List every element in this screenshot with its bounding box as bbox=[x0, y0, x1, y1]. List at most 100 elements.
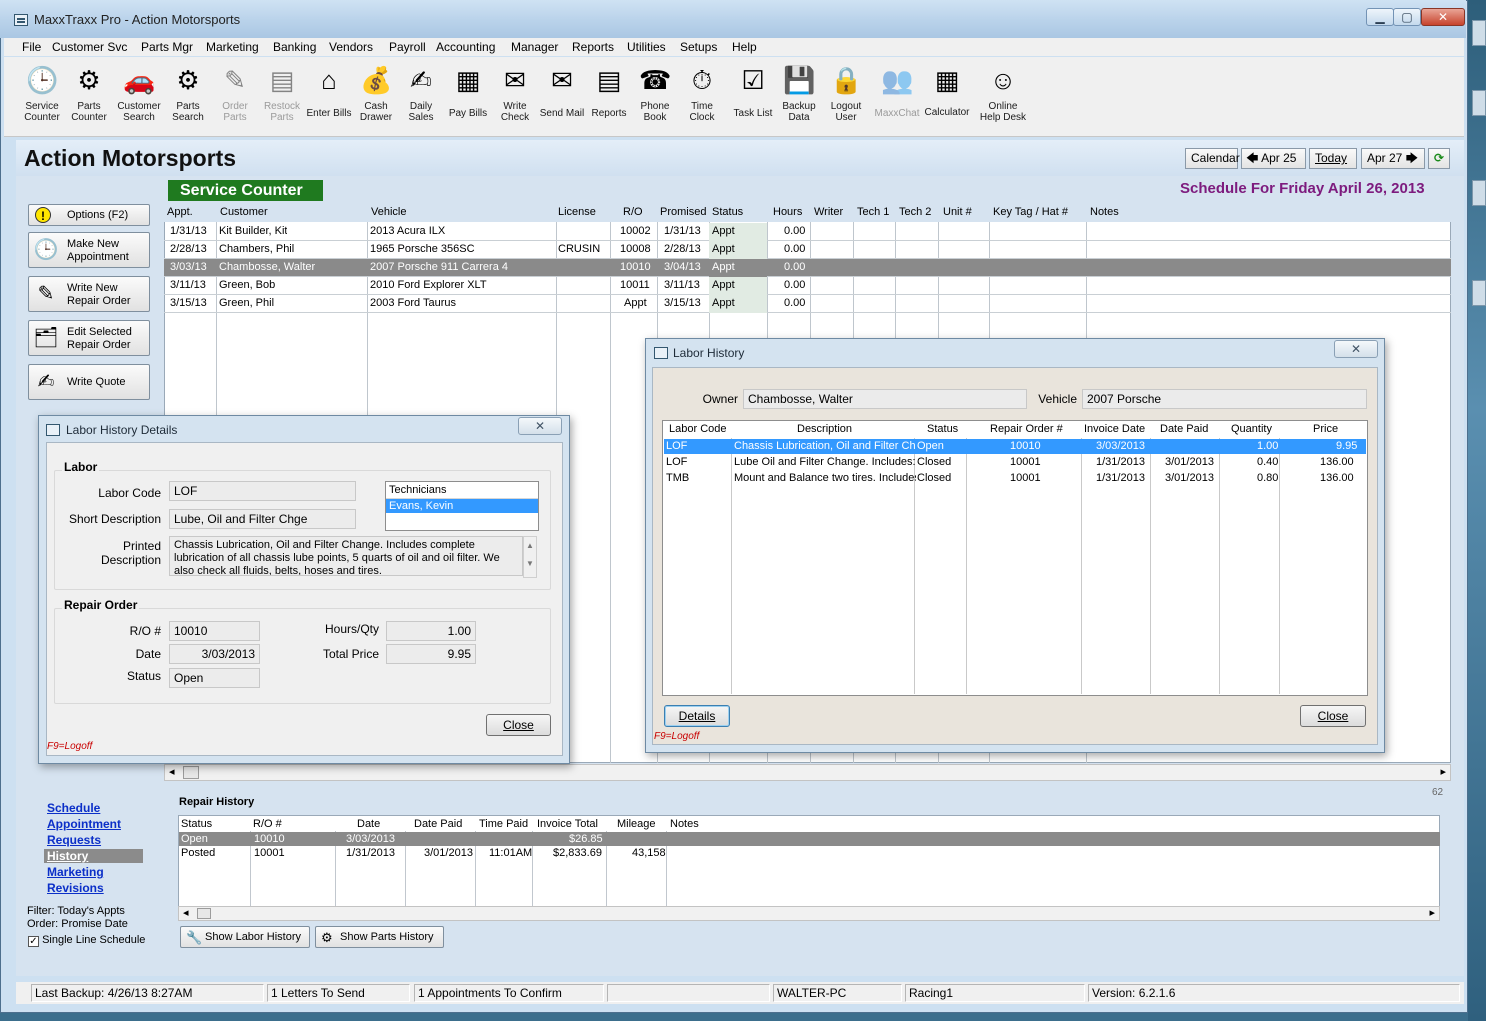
menu-file[interactable]: File bbox=[22, 40, 41, 54]
close-window-button[interactable]: ✕ bbox=[1421, 8, 1465, 26]
labor-history-row[interactable]: TMB Mount and Balance two tires. Include… bbox=[664, 471, 1366, 486]
rh-col-mileage[interactable]: Mileage bbox=[617, 818, 656, 830]
printed-description-scrollbar[interactable]: ▲ ▼ bbox=[523, 536, 537, 578]
lh-col-invoice-date[interactable]: Invoice Date bbox=[1084, 423, 1145, 435]
tool-calculator[interactable]: ▦ Calculator bbox=[922, 63, 972, 135]
options-button[interactable]: ! Options (F2) bbox=[28, 204, 150, 226]
make-appointment-button[interactable]: 🕒 Make New Appointment bbox=[28, 232, 150, 268]
link-marketing[interactable]: Marketing bbox=[47, 865, 104, 879]
col-unit[interactable]: Unit # bbox=[943, 206, 972, 218]
technicians-list[interactable]: Technicians Evans, Kevin bbox=[385, 481, 539, 531]
menu-setups[interactable]: Setups bbox=[680, 40, 717, 54]
col-writer[interactable]: Writer bbox=[814, 206, 843, 218]
minimize-button[interactable]: ▁ bbox=[1366, 8, 1394, 26]
scroll-right-icon[interactable]: ▸ bbox=[1440, 765, 1446, 778]
tool-phone-book[interactable]: ☎ Phone Book bbox=[630, 63, 680, 135]
tool-send-mail[interactable]: ✉ Send Mail bbox=[537, 63, 587, 135]
lh-col-labor-code[interactable]: Labor Code bbox=[669, 423, 727, 435]
lh-col-quantity[interactable]: Quantity bbox=[1231, 423, 1272, 435]
labor-history-close-x[interactable]: ✕ bbox=[1334, 340, 1378, 358]
show-labor-history-button[interactable]: 🔧 Show Labor History bbox=[180, 926, 310, 948]
tool-cash-drawer[interactable]: 💰 Cash Drawer bbox=[351, 63, 401, 135]
tool-enter-bills[interactable]: ⌂ Enter Bills bbox=[304, 63, 354, 135]
tool-parts-search[interactable]: ⚙ Parts Search bbox=[163, 63, 213, 135]
col-tech2[interactable]: Tech 2 bbox=[899, 206, 931, 218]
scroll-left-icon[interactable]: ◂ bbox=[169, 765, 175, 778]
col-tech1[interactable]: Tech 1 bbox=[857, 206, 889, 218]
menu-banking[interactable]: Banking bbox=[273, 40, 316, 54]
schedule-row[interactable]: 3/11/13 Green, Bob 2010 Ford Explorer XL… bbox=[164, 277, 1451, 295]
col-status[interactable]: Status bbox=[712, 206, 743, 218]
menu-parts-mgr[interactable]: Parts Mgr bbox=[141, 40, 193, 54]
schedule-row[interactable]: 3/15/13 Green, Phil 2003 Ford Taurus App… bbox=[164, 295, 1451, 313]
tool-maxxchat[interactable]: 👥 MaxxChat bbox=[872, 63, 922, 135]
tool-restock-parts[interactable]: ▤ Restock Parts bbox=[257, 63, 307, 135]
col-appt[interactable]: Appt. bbox=[167, 206, 193, 218]
menu-help[interactable]: Help bbox=[732, 40, 757, 54]
schedule-horizontal-scrollbar[interactable]: ◂ ▸ bbox=[164, 764, 1451, 781]
tool-time-clock[interactable]: ⏱ Time Clock bbox=[677, 63, 727, 135]
rh-col-notes[interactable]: Notes bbox=[670, 818, 699, 830]
menu-payroll[interactable]: Payroll bbox=[389, 40, 426, 54]
col-customer[interactable]: Customer bbox=[220, 206, 268, 218]
tool-parts-counter[interactable]: ⚙ Parts Counter bbox=[64, 63, 114, 135]
scroll-right-icon[interactable]: ▸ bbox=[1429, 906, 1435, 919]
tool-customer-search[interactable]: 🚗 Customer Search bbox=[114, 63, 164, 135]
repair-history-row-selected[interactable]: Open 10010 3/03/2013 $26.85 bbox=[179, 832, 1440, 846]
menu-customer-svc[interactable]: Customer Svc bbox=[52, 40, 127, 54]
write-repair-order-button[interactable]: ✎ Write New Repair Order bbox=[28, 276, 150, 312]
tool-backup-data[interactable]: 💾 Backup Data bbox=[774, 63, 824, 135]
schedule-row[interactable]: 1/31/13 Kit Builder, Kit 2013 Acura ILX … bbox=[164, 223, 1451, 241]
tool-task-list[interactable]: ☑ Task List bbox=[728, 63, 778, 135]
refresh-button[interactable]: ⟳ bbox=[1428, 148, 1450, 169]
col-hours[interactable]: Hours bbox=[773, 206, 802, 218]
lh-col-status[interactable]: Status bbox=[927, 423, 958, 435]
rh-col-time-paid[interactable]: Time Paid bbox=[479, 818, 528, 830]
labor-history-row[interactable]: LOF Lube Oil and Filter Change. Includes… bbox=[664, 455, 1366, 470]
service-counter-tab[interactable]: Service Counter bbox=[168, 180, 323, 201]
edit-repair-order-button[interactable]: 🗂 Edit Selected Repair Order bbox=[28, 320, 150, 356]
menu-manager[interactable]: Manager bbox=[511, 40, 558, 54]
rh-col-ro[interactable]: R/O # bbox=[253, 818, 282, 830]
write-quote-button[interactable]: ✍ Write Quote bbox=[28, 364, 150, 400]
col-notes[interactable]: Notes bbox=[1090, 206, 1119, 218]
next-day-button[interactable]: Apr 27 🡆 bbox=[1361, 148, 1425, 169]
technician-item[interactable]: Evans, Kevin bbox=[386, 499, 538, 513]
repair-history-scrollbar[interactable]: ◂ ▸ bbox=[178, 906, 1440, 921]
tool-order-parts[interactable]: ✎ Order Parts bbox=[210, 63, 260, 135]
schedule-row-selected[interactable]: 3/03/13 Chambosse, Walter 2007 Porsche 9… bbox=[164, 259, 1451, 277]
labor-history-row-selected[interactable]: LOF Chassis Lubrication, Oil and Filter … bbox=[664, 439, 1366, 454]
labor-details-close-x[interactable]: ✕ bbox=[518, 417, 562, 435]
rh-col-date-paid[interactable]: Date Paid bbox=[414, 818, 462, 830]
scroll-thumb[interactable] bbox=[183, 766, 199, 779]
calendar-button[interactable]: Calendar bbox=[1185, 148, 1240, 169]
link-revisions[interactable]: Revisions bbox=[47, 881, 104, 895]
details-button[interactable]: Details bbox=[664, 705, 730, 727]
tool-pay-bills[interactable]: ▦ Pay Bills bbox=[443, 63, 493, 135]
col-vehicle[interactable]: Vehicle bbox=[371, 206, 406, 218]
tool-online-help-desk[interactable]: ☺ Online Help Desk bbox=[978, 63, 1028, 135]
link-schedule[interactable]: Schedule bbox=[47, 801, 100, 815]
lh-col-date-paid[interactable]: Date Paid bbox=[1160, 423, 1208, 435]
tool-daily-sales[interactable]: ✍ Daily Sales bbox=[396, 63, 446, 135]
menu-vendors[interactable]: Vendors bbox=[329, 40, 373, 54]
prev-day-button[interactable]: 🡄 Apr 25 bbox=[1241, 148, 1306, 169]
today-button[interactable]: Today bbox=[1309, 148, 1357, 169]
checkbox-checked-icon[interactable]: ✓ bbox=[28, 936, 39, 947]
schedule-row[interactable]: 2/28/13 Chambers, Phil 1965 Porsche 356S… bbox=[164, 241, 1451, 259]
rh-col-date[interactable]: Date bbox=[357, 818, 380, 830]
scroll-left-icon[interactable]: ◂ bbox=[183, 906, 189, 919]
menu-utilities[interactable]: Utilities bbox=[627, 40, 666, 54]
menu-marketing[interactable]: Marketing bbox=[206, 40, 259, 54]
scroll-thumb[interactable] bbox=[197, 908, 211, 919]
lh-col-price[interactable]: Price bbox=[1313, 423, 1338, 435]
link-history[interactable]: History bbox=[44, 849, 143, 863]
rh-col-invoice-total[interactable]: Invoice Total bbox=[537, 818, 598, 830]
link-requests[interactable]: Requests bbox=[47, 833, 101, 847]
tool-service-counter[interactable]: 🕒 Service Counter bbox=[17, 63, 67, 135]
lh-col-description[interactable]: Description bbox=[797, 423, 852, 435]
col-license[interactable]: License bbox=[558, 206, 596, 218]
labor-details-close-button[interactable]: Close bbox=[486, 714, 551, 736]
repair-history-row[interactable]: Posted 10001 1/31/2013 3/01/2013 11:01AM… bbox=[179, 846, 1440, 860]
tool-reports[interactable]: ▤ Reports bbox=[584, 63, 634, 135]
